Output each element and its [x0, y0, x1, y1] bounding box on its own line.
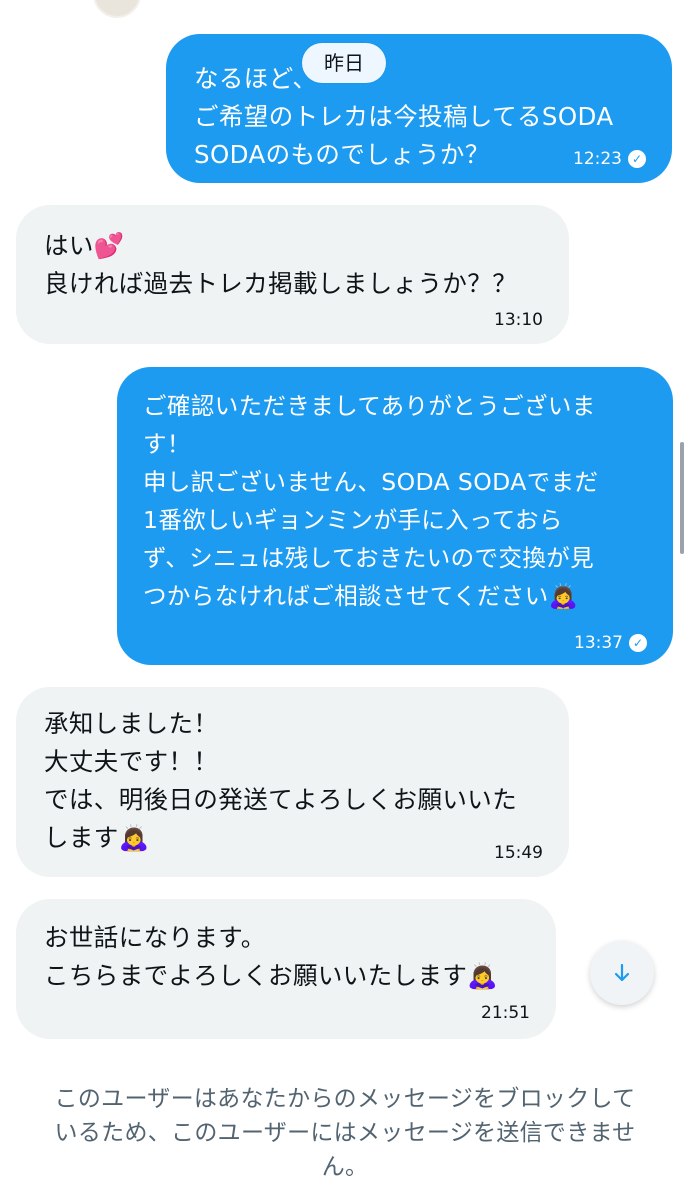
message-meta: 15:49 — [494, 843, 543, 863]
notice-line: ん。 — [321, 1154, 369, 1180]
notice-line: このユーザーはあなたからのメッセージをブロックして — [54, 1086, 636, 1112]
message-bubble-incoming[interactable]: 承知しました！ 大丈夫です！！ では、明後日の発送てよろしくお願いいた します🙇… — [16, 687, 569, 877]
avatar — [93, 0, 141, 18]
message-text: 1番欲しいギョンミンが手に入っておら — [143, 506, 563, 534]
message-time: 13:37 — [574, 633, 623, 653]
message-bubble-outgoing[interactable]: なるほど、 ご希望のトレカは今投稿してるSODA SODAのものでしょうか？ 1… — [166, 34, 672, 183]
message-meta: 13:10 — [494, 310, 543, 330]
message-text: 申し訳ございません、SODA SODAでまだ — [143, 468, 599, 496]
check-circle-icon: ✓ — [629, 634, 647, 652]
blocked-notice: このユーザーはあなたからのメッセージをブロックして いるため、このユーザーにはメ… — [20, 1082, 670, 1184]
message-time: 21:51 — [481, 1003, 530, 1023]
message-text: ご希望のトレカは今投稿してるSODA — [194, 102, 614, 131]
message-text: はい💕 — [44, 231, 125, 260]
message-meta: 12:23 ✓ — [573, 149, 646, 169]
check-circle-icon: ✓ — [628, 150, 646, 168]
message-text: ご確認いただきましてありがとうございま — [143, 392, 596, 420]
message-meta: 13:37 ✓ — [574, 633, 647, 653]
message-text: つからなければご相談させてください🙇‍♀️ — [143, 582, 579, 610]
message-meta: 21:51 — [481, 1003, 530, 1023]
message-time: 13:10 — [494, 310, 543, 330]
message-text: こちらまでよろしくお願いいたします🙇‍♀️ — [44, 961, 499, 990]
date-separator: 昨日 — [302, 43, 386, 83]
message-bubble-incoming[interactable]: はい💕 良ければ過去トレカ掲載しましょうか？？ 13:10 — [16, 205, 569, 344]
message-text: では、明後日の発送てよろしくお願いいた — [44, 785, 518, 814]
message-time: 12:23 — [573, 149, 622, 169]
message-time: 15:49 — [494, 843, 543, 863]
arrow-down-icon — [614, 963, 630, 982]
message-text: お世話になります。 — [44, 923, 266, 952]
scroll-to-bottom-button[interactable] — [590, 941, 654, 1005]
message-text: 良ければ過去トレカ掲載しましょうか？？ — [44, 269, 518, 298]
notice-line: いるため、このユーザーにはメッセージを送信できませ — [54, 1120, 636, 1146]
message-text: 大丈夫です！！ — [44, 747, 219, 776]
message-bubble-outgoing[interactable]: ご確認いただきましてありがとうございま す！ 申し訳ございません、SODA SO… — [117, 367, 673, 665]
scrollbar[interactable] — [680, 442, 684, 554]
message-text: します🙇‍♀️ — [44, 823, 150, 852]
message-bubble-incoming[interactable]: お世話になります。 こちらまでよろしくお願いいたします🙇‍♀️ 21:51 — [16, 899, 556, 1039]
message-text: す！ — [143, 430, 191, 458]
message-text: 承知しました！ — [44, 709, 219, 738]
message-text: ず、シニュは残しておきたいので交換が見 — [143, 544, 595, 572]
message-text: なるほど、 — [194, 64, 318, 93]
